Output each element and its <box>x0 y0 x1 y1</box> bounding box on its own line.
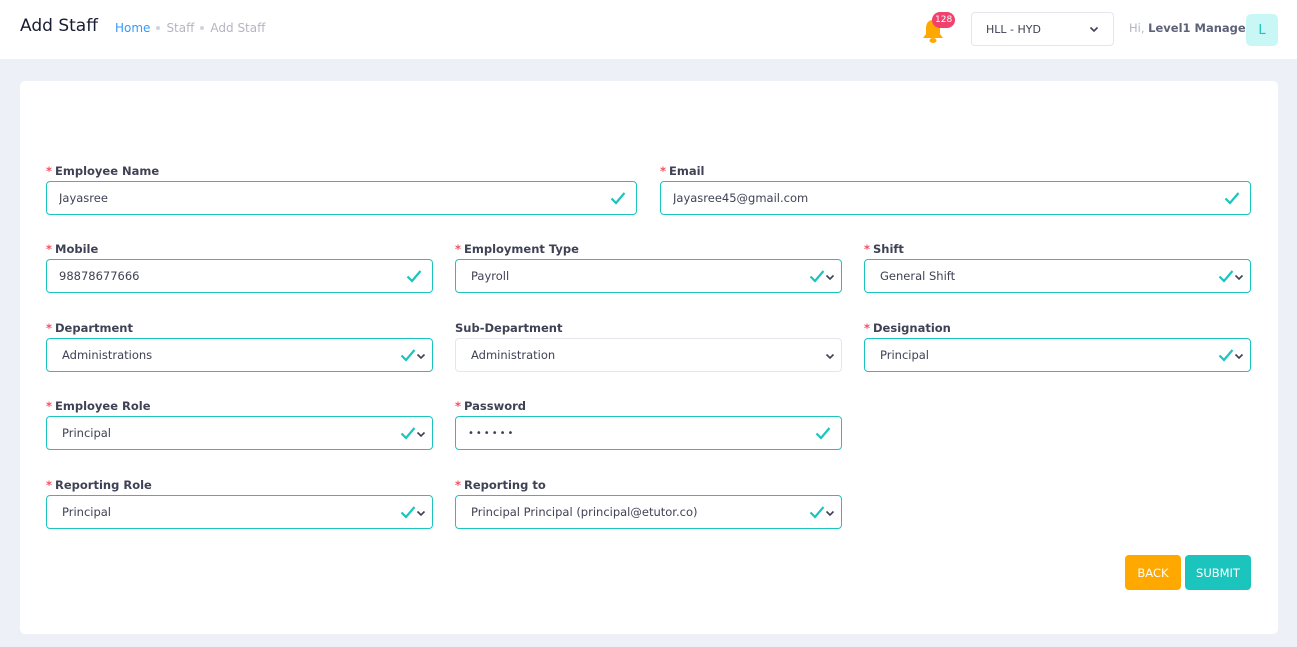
employment-type-label: * Employment Type <box>455 242 579 256</box>
chevron-down-icon <box>1234 274 1244 281</box>
check-icon <box>1224 192 1240 205</box>
employee-name-label: * Employee Name <box>46 164 160 178</box>
sub-department-select[interactable]: Administration <box>455 338 842 372</box>
back-button[interactable]: BACK <box>1125 555 1181 590</box>
user-name: Level1 Manager <box>1148 21 1252 35</box>
chevron-down-icon <box>416 353 426 360</box>
shift-select[interactable]: General Shift <box>864 259 1251 293</box>
reporting-role-label: * Reporting Role <box>46 478 152 492</box>
notifications-button[interactable]: 128 <box>921 12 956 46</box>
check-icon <box>406 270 422 283</box>
employee-role-label: * Employee Role <box>46 399 151 413</box>
chevron-down-icon <box>1089 26 1099 33</box>
breadcrumb-separator <box>156 26 161 30</box>
breadcrumb-separator <box>200 26 205 30</box>
breadcrumb: Home Staff Add Staff <box>115 21 265 35</box>
branch-select-value: HLL - HYD <box>986 22 1041 36</box>
email-label: * Email <box>660 164 705 178</box>
chevron-down-icon <box>825 510 835 517</box>
branch-select[interactable]: HLL - HYD <box>971 12 1114 46</box>
breadcrumb-home[interactable]: Home <box>115 21 150 35</box>
breadcrumb-staff[interactable]: Staff <box>166 21 194 35</box>
breadcrumb-current: Add Staff <box>210 21 266 35</box>
email-field[interactable]: Jayasree45@gmail.com <box>660 181 1251 215</box>
page-title: Add Staff <box>20 16 98 36</box>
user-greeting[interactable]: Hi, Level1 Manager <box>1129 21 1251 35</box>
department-label: * Department <box>46 321 133 335</box>
check-icon <box>400 349 416 362</box>
check-icon <box>400 506 416 519</box>
shift-label: * Shift <box>864 242 904 256</box>
reporting-to-select[interactable]: Principal Principal (principal@etutor.co… <box>455 495 842 529</box>
chevron-down-icon <box>825 353 835 360</box>
top-header: Add Staff Home Staff Add Staff 128 HLL -… <box>0 0 1297 59</box>
employment-type-select[interactable]: Payroll <box>455 259 842 293</box>
check-icon <box>400 427 416 440</box>
notification-count-badge: 128 <box>932 12 956 28</box>
check-icon <box>809 270 825 283</box>
sub-department-label: Sub-Department <box>455 321 563 335</box>
designation-label: * Designation <box>864 321 951 335</box>
reporting-to-label: * Reporting to <box>455 478 546 492</box>
check-icon <box>610 192 626 205</box>
check-icon <box>815 427 831 440</box>
reporting-role-select[interactable]: Principal <box>46 495 433 529</box>
avatar[interactable]: L <box>1246 14 1278 46</box>
greeting-prefix: Hi, <box>1129 21 1145 35</box>
designation-select[interactable]: Principal <box>864 338 1251 372</box>
password-label: * Password <box>455 399 527 413</box>
mobile-input[interactable]: 98878677666 <box>46 259 433 293</box>
chevron-down-icon <box>825 274 835 281</box>
chevron-down-icon <box>416 431 426 438</box>
mobile-label: * Mobile <box>46 242 99 256</box>
employee-name-input[interactable]: Jayasree <box>46 181 637 215</box>
chevron-down-icon <box>416 510 426 517</box>
password-field[interactable]: •••••• <box>455 416 842 450</box>
employee-role-select[interactable]: Principal <box>46 416 433 450</box>
check-icon <box>809 506 825 519</box>
check-icon <box>1218 349 1234 362</box>
department-select[interactable]: Administrations <box>46 338 433 372</box>
chevron-down-icon <box>1234 353 1244 360</box>
check-icon <box>1218 270 1234 283</box>
submit-button[interactable]: SUBMIT <box>1185 555 1251 590</box>
